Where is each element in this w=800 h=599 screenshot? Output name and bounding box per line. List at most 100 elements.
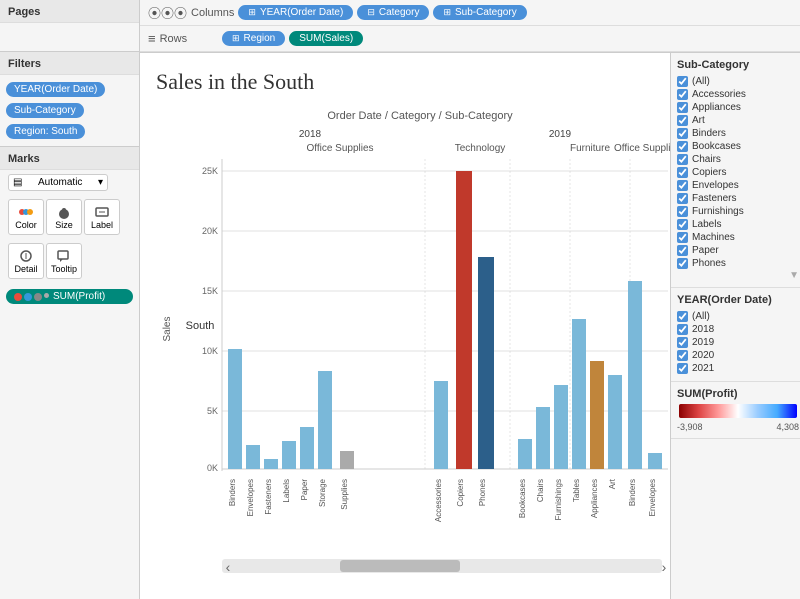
cat-tech-2018: Technology <box>455 143 506 154</box>
y-25k: 25K <box>202 166 218 176</box>
year-2021[interactable]: 2021 <box>677 362 799 375</box>
marks-icons-row2: Detail Tooltip <box>0 239 139 283</box>
cat-office-2018: Office Supplies <box>306 143 373 154</box>
label-label: Label <box>91 220 113 230</box>
svg-text:Bookcases: Bookcases <box>518 479 527 518</box>
subcat-copiers[interactable]: Copiers <box>677 166 799 179</box>
subcat-appliances[interactable]: Appliances <box>677 101 799 114</box>
subcat-fasteners[interactable]: Fasteners <box>677 192 799 205</box>
year-2019[interactable]: 2019 <box>677 336 799 349</box>
marks-type-label: Automatic <box>38 177 82 188</box>
cat-office-2019: Office Supplie… <box>614 143 670 154</box>
subcat-bookcases[interactable]: Bookcases <box>677 140 799 153</box>
svg-text:Fasteners: Fasteners <box>264 479 273 515</box>
profit-min-label: -3,908 <box>677 422 703 432</box>
subcat-binders[interactable]: Binders <box>677 127 799 140</box>
profit-legend-section: SUM(Profit) -3,908 4,308 <box>671 382 800 439</box>
year-filter-title: YEAR(Order Date) <box>677 294 799 306</box>
tooltip-button[interactable]: Tooltip <box>46 243 82 279</box>
svg-text:Phones: Phones <box>478 479 487 506</box>
left-panel: Pages Filters YEAR(Order Date) Sub-Categ… <box>0 0 140 599</box>
chart-svg: Order Date / Category / Sub-Category 201… <box>140 99 670 589</box>
svg-text:Chairs: Chairs <box>536 479 545 502</box>
chart-subtitle: Order Date / Category / Sub-Category <box>327 110 513 122</box>
subcat-furnishings[interactable]: Furnishings <box>677 205 799 218</box>
bar-accessories <box>434 381 448 469</box>
year-2018-label: 2018 <box>299 129 322 140</box>
right-panel: Sub-Category (All) Accessories Appliance… <box>670 53 800 599</box>
subcat-chairs[interactable]: Chairs <box>677 153 799 166</box>
col-year-label: YEAR(Order Date) <box>260 7 343 18</box>
svg-text:Storage: Storage <box>318 478 327 507</box>
bar-storage <box>318 371 332 469</box>
toolbar: ⦿⦿⦿ Columns ⊞ YEAR(Order Date) ⊟ Categor… <box>140 0 800 53</box>
year-2019-label: 2019 <box>549 129 572 140</box>
svg-text:Envelopes: Envelopes <box>648 479 657 516</box>
size-button[interactable]: Size <box>46 199 82 235</box>
bar-art <box>608 375 622 469</box>
marks-section: Marks ▤ Automatic ▾ Color Size Label <box>0 147 139 599</box>
subcat-scroll-hint: ▼ <box>677 270 799 281</box>
rows-row: ≡ Rows ⊞ Region SUM(Sales) <box>140 26 800 52</box>
subcategory-list: (All) Accessories Appliances Art Binders… <box>677 75 799 281</box>
bar-appliances <box>590 361 604 469</box>
bar-envelopes2 <box>648 453 662 469</box>
subcat-envelopes[interactable]: Envelopes <box>677 179 799 192</box>
profit-labels: -3,908 4,308 <box>677 422 799 432</box>
filter-subcategory[interactable]: Sub-Category <box>6 103 84 118</box>
marks-icons-row: Color Size Label <box>0 195 139 239</box>
size-label: Size <box>55 220 73 230</box>
bar-chairs <box>536 407 550 469</box>
subcat-art[interactable]: Art <box>677 114 799 127</box>
filter-region[interactable]: Region: South <box>6 124 85 139</box>
col-subcategory-label: Sub-Category <box>455 7 517 18</box>
y-axis-title: Sales <box>162 316 173 341</box>
svg-text:Appliances: Appliances <box>590 479 599 518</box>
marks-dropdown-icon: ▾ <box>98 177 103 188</box>
svg-text:Copiers: Copiers <box>456 479 465 507</box>
filter-year[interactable]: YEAR(Order Date) <box>6 82 105 97</box>
scroll-left-btn[interactable]: ‹ <box>226 559 231 575</box>
bar-copiers <box>456 171 472 469</box>
marks-header: Marks <box>0 147 139 170</box>
bar-envelopes <box>246 445 260 469</box>
bar-fasteners <box>264 459 278 469</box>
bar-furnishings <box>554 385 568 469</box>
year-2020[interactable]: 2020 <box>677 349 799 362</box>
profit-max-label: 4,308 <box>776 422 799 432</box>
svg-text:Labels: Labels <box>282 479 291 503</box>
y-5k: 5K <box>207 406 218 416</box>
detail-label: Detail <box>15 264 38 274</box>
subcat-all[interactable]: (All) <box>677 75 799 88</box>
profit-dots <box>14 293 49 301</box>
scroll-right-btn[interactable]: › <box>662 559 667 575</box>
row-pill-region[interactable]: ⊞ Region <box>222 31 285 46</box>
svg-text:Supplies: Supplies <box>340 479 349 510</box>
col-pill-category[interactable]: ⊟ Category <box>357 5 429 20</box>
year-filter-section: YEAR(Order Date) (All) 2018 2019 2020 20… <box>671 288 800 382</box>
subcat-labels[interactable]: Labels <box>677 218 799 231</box>
rows-icon-label: ≡ Rows <box>148 31 218 46</box>
subcategory-filter-title: Sub-Category <box>677 59 799 71</box>
columns-icon-label: ⦿⦿⦿ Columns <box>148 3 234 22</box>
col-pill-year[interactable]: ⊞ YEAR(Order Date) <box>238 5 353 20</box>
col-pill-subcategory[interactable]: ⊞ Sub-Category <box>433 5 526 20</box>
chart-container: Sales in the South Order Date / Category… <box>140 53 800 599</box>
label-button[interactable]: Label <box>84 199 120 235</box>
filters-header: Filters <box>0 52 139 75</box>
detail-button[interactable]: Detail <box>8 243 44 279</box>
marks-type-select[interactable]: ▤ Automatic ▾ <box>8 174 108 191</box>
row-pill-sales[interactable]: SUM(Sales) <box>289 31 363 46</box>
scrollbar-thumb[interactable] <box>340 560 460 572</box>
year-2018[interactable]: 2018 <box>677 323 799 336</box>
region-south-label: South <box>186 320 215 332</box>
subcat-phones[interactable]: Phones <box>677 257 799 270</box>
subcat-paper[interactable]: Paper <box>677 244 799 257</box>
color-button[interactable]: Color <box>8 199 44 235</box>
rows-icon: ≡ <box>148 31 156 46</box>
sum-profit-pill[interactable]: SUM(Profit) <box>6 289 133 304</box>
year-all[interactable]: (All) <box>677 310 799 323</box>
subcat-machines[interactable]: Machines <box>677 231 799 244</box>
row-region-label: Region <box>244 33 276 44</box>
subcat-accessories[interactable]: Accessories <box>677 88 799 101</box>
